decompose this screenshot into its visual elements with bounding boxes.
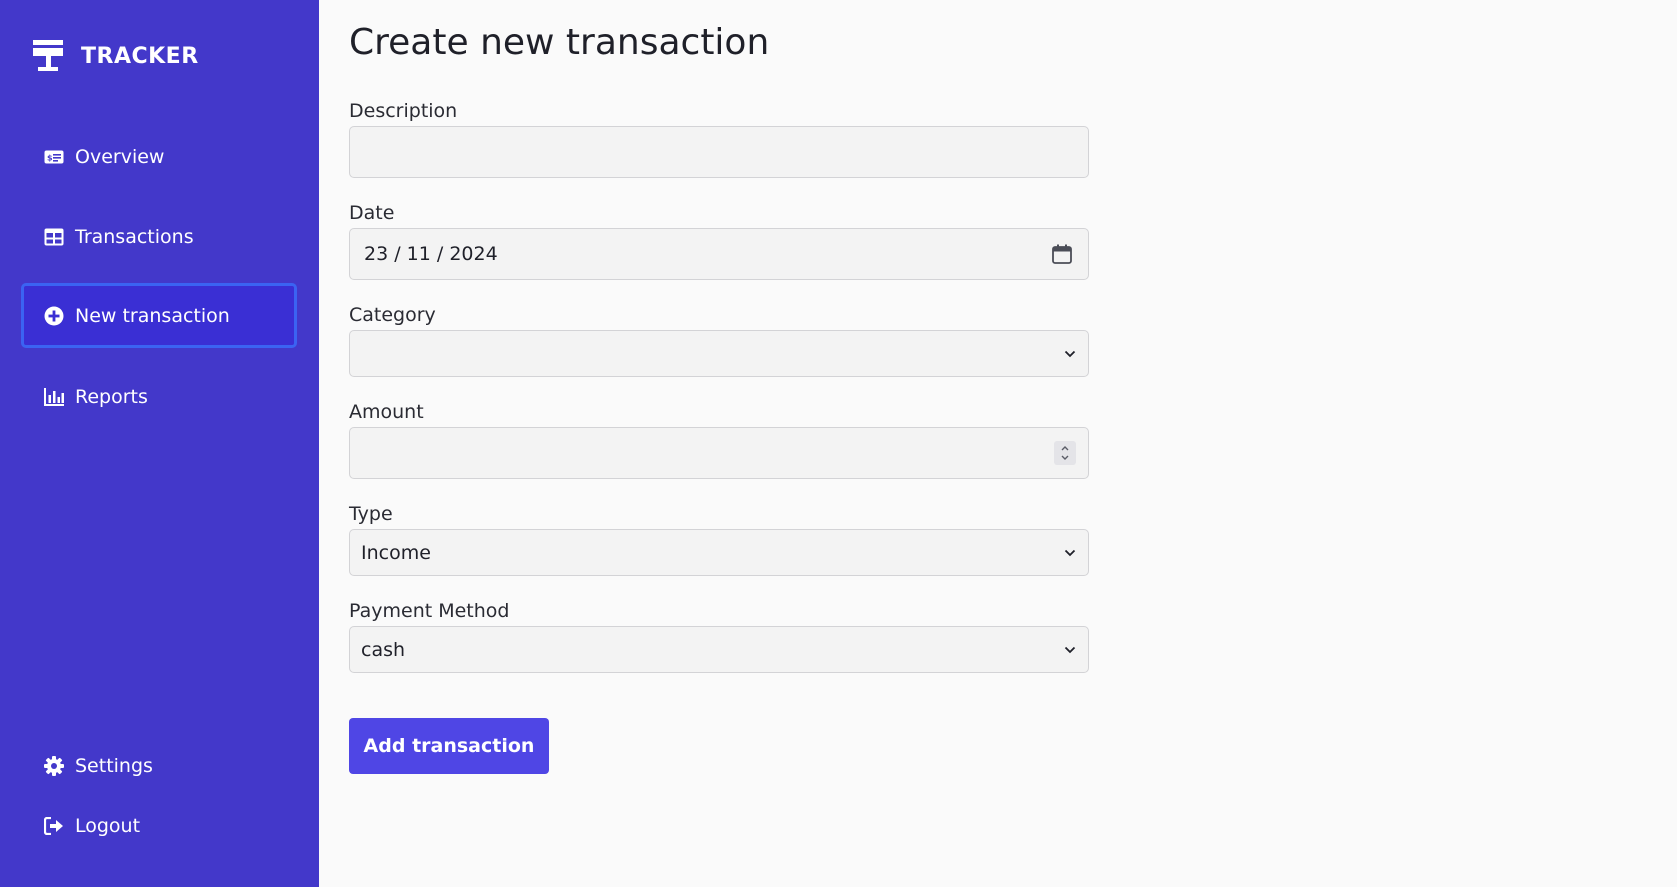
sidebar-item-settings[interactable]: Settings <box>21 733 297 798</box>
date-label: Date <box>349 202 395 224</box>
type-label: Type <box>349 503 393 525</box>
amount-label: Amount <box>349 401 424 423</box>
sidebar-item-label: New transaction <box>75 304 230 327</box>
gear-icon <box>43 755 65 777</box>
sidebar-item-label: Settings <box>75 754 153 777</box>
sidebar: TRACKER $ Overview Transactions New tran… <box>0 0 319 887</box>
sidebar-item-label: Logout <box>75 814 141 837</box>
chevron-down-icon <box>1064 646 1076 654</box>
page-title: Create new transaction <box>349 22 770 63</box>
sidebar-item-overview[interactable]: $ Overview <box>21 124 297 189</box>
main-content: Create new transaction Description Date … <box>319 0 1677 887</box>
add-transaction-button[interactable]: Add transaction <box>349 718 549 774</box>
chart-bar-icon <box>43 386 65 408</box>
sidebar-item-new-transaction[interactable]: New transaction <box>21 283 297 348</box>
payment-method-select[interactable]: cash <box>349 626 1089 673</box>
description-label: Description <box>349 100 458 122</box>
category-select[interactable] <box>349 330 1089 377</box>
payment-method-selected-value: cash <box>361 638 406 661</box>
calendar-icon[interactable] <box>1052 244 1072 264</box>
sidebar-item-logout[interactable]: Logout <box>21 793 297 858</box>
type-select[interactable]: Income <box>349 529 1089 576</box>
type-selected-value: Income <box>361 541 431 564</box>
plus-circle-icon <box>43 305 65 327</box>
brand-name: TRACKER <box>81 43 199 69</box>
amount-input[interactable] <box>349 427 1089 479</box>
sidebar-item-label: Transactions <box>75 225 194 248</box>
logout-icon <box>43 815 65 837</box>
date-value: 23 / 11 / 2024 <box>364 243 498 265</box>
sidebar-item-transactions[interactable]: Transactions <box>21 204 297 269</box>
chevron-down-icon <box>1064 350 1076 358</box>
payment-method-label: Payment Method <box>349 600 510 622</box>
app: TRACKER $ Overview Transactions New tran… <box>0 0 1677 887</box>
svg-text:$: $ <box>47 153 53 162</box>
brand[interactable]: TRACKER <box>33 40 199 72</box>
number-spinner[interactable] <box>1054 441 1076 465</box>
sidebar-item-reports[interactable]: Reports <box>21 364 297 429</box>
sidebar-item-label: Overview <box>75 145 165 168</box>
category-label: Category <box>349 304 436 326</box>
sidebar-item-label: Reports <box>75 385 148 408</box>
description-input[interactable] <box>349 126 1089 178</box>
money-bill-icon: $ <box>43 146 65 168</box>
date-input[interactable]: 23 / 11 / 2024 <box>349 228 1089 280</box>
table-icon <box>43 226 65 248</box>
chevron-down-icon <box>1064 549 1076 557</box>
spinner-arrows-icon[interactable] <box>1054 441 1076 465</box>
table-sign-icon <box>33 40 63 72</box>
